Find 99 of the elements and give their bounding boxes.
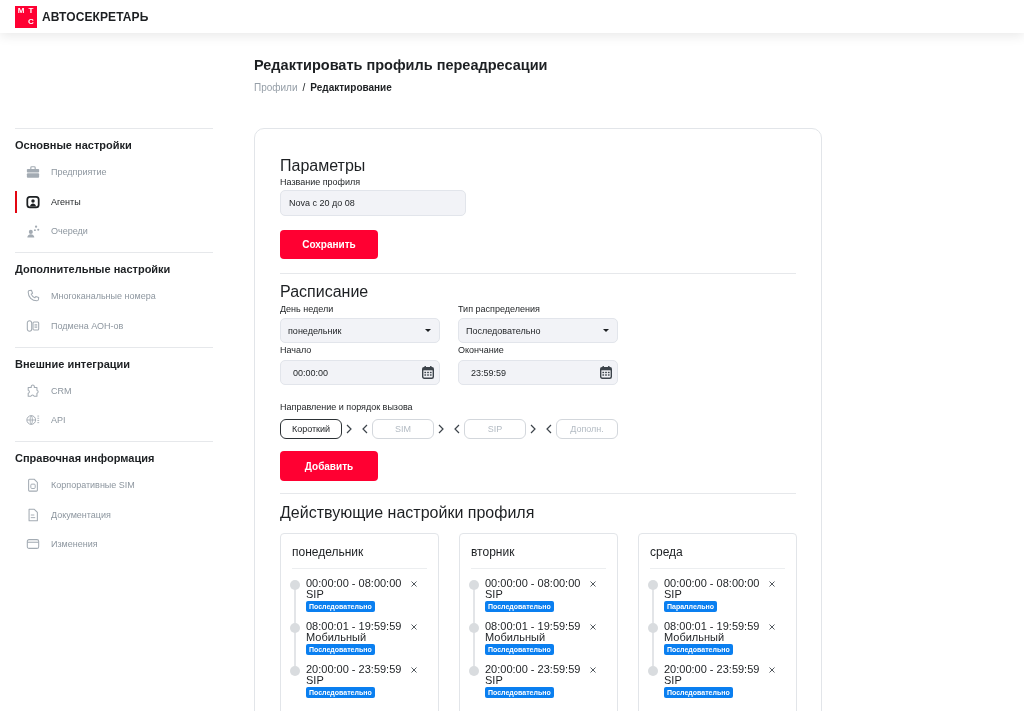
sidebar-section-title: Дополнительные настройки [15, 262, 172, 276]
card-icon [26, 537, 40, 551]
timeline-dot-icon [290, 580, 300, 590]
direction-label: Мобильный [306, 632, 367, 643]
close-icon[interactable] [769, 581, 775, 587]
save-button[interactable]: Сохранить [280, 230, 378, 259]
sidebar-item[interactable]: Корпоративные SIM [15, 474, 213, 496]
sidebar-item[interactable]: Многоканальные номера [15, 285, 213, 307]
field-label: Окончание [458, 344, 505, 356]
time-range: 00:00:00 - 08:00:00 [485, 578, 581, 589]
direction-label: SIP [485, 589, 503, 600]
calendar-icon[interactable] [600, 366, 612, 379]
briefcase-icon [26, 165, 40, 179]
direction-label: SIP [306, 589, 324, 600]
direction-label: SIP [664, 589, 682, 600]
caret-icon [603, 329, 609, 332]
sidebar-item[interactable]: API [15, 409, 213, 431]
route-field[interactable]: SIM [372, 419, 434, 439]
globe-icon [26, 413, 40, 427]
sim-card-icon [26, 478, 40, 492]
close-icon[interactable] [769, 667, 775, 673]
day-title: вторник [471, 544, 516, 560]
close-icon[interactable] [411, 667, 417, 673]
calendar-icon[interactable] [422, 366, 434, 379]
sidebar-item[interactable]: Предприятие [15, 161, 213, 183]
field-label: Начало [280, 344, 313, 356]
close-icon[interactable] [590, 667, 596, 673]
device-icon [26, 318, 40, 333]
page-title: Редактировать профиль переадресации [254, 56, 549, 75]
close-icon[interactable] [769, 624, 775, 630]
time-range: 20:00:00 - 23:59:59 [485, 664, 581, 675]
chevron-left-icon[interactable] [546, 424, 552, 434]
timeline-dot-icon [469, 666, 479, 676]
time-range: 00:00:00 - 08:00:00 [306, 578, 402, 589]
chevron-left-icon[interactable] [454, 424, 460, 434]
direction-label: Мобильный [485, 632, 546, 643]
field-label: Тип распределения [458, 303, 541, 315]
puzzle-icon [26, 383, 40, 398]
chevron-right-icon[interactable] [438, 424, 444, 434]
sidebar-item[interactable]: Очереди [15, 220, 213, 242]
route-field[interactable]: Короткий [280, 419, 342, 439]
section-title: Параметры [280, 156, 367, 176]
product-name: АВТОСЕКРЕТАРЬ [42, 9, 149, 24]
time-range: 08:00:01 - 19:59:59 [664, 621, 760, 632]
sidebar-item[interactable]: Агенты [15, 190, 213, 213]
time-range: 20:00:00 - 23:59:59 [664, 664, 760, 675]
time-range: 00:00:00 - 08:00:00 [664, 578, 760, 589]
breadcrumb-link[interactable]: Профили [254, 81, 298, 95]
chevron-left-icon[interactable] [362, 424, 368, 434]
timeline-dot-icon [648, 580, 658, 590]
breadcrumb-separator: / [302, 81, 306, 95]
timeline-dot-icon [648, 666, 658, 676]
timeline-dot-icon [648, 623, 658, 633]
time-field[interactable]: 00:00:00 [280, 360, 440, 385]
select-field[interactable]: Последовательно [458, 318, 618, 343]
people-icon [26, 224, 40, 238]
route-field[interactable]: SIP [464, 419, 526, 439]
time-field[interactable]: 23:59:59 [458, 360, 618, 385]
timeline-dot-icon [290, 666, 300, 676]
close-icon[interactable] [411, 624, 417, 630]
close-icon[interactable] [590, 581, 596, 587]
time-range: 08:00:01 - 19:59:59 [306, 621, 402, 632]
close-icon[interactable] [411, 581, 417, 587]
sidebar-item[interactable]: CRM [15, 379, 213, 402]
direction-label: SIP [485, 675, 503, 686]
sidebar-section-title: Справочная информация [15, 451, 156, 465]
sidebar-section-title: Внешние интеграции [15, 356, 132, 371]
current-page-title: Редактирование [310, 81, 392, 95]
logo[interactable]: М Т С [15, 5, 37, 28]
profile-name-input[interactable]: Nova с 20 до 08 [280, 190, 466, 216]
day-title: понедельник [292, 544, 365, 560]
select-field[interactable]: понедельник [280, 318, 440, 343]
direction-label: SIP [306, 675, 324, 686]
chevron-right-icon[interactable] [530, 424, 536, 434]
field-label: День недели [280, 303, 335, 315]
section-title: Действующие настройки профиля [280, 503, 536, 523]
time-range: 08:00:01 - 19:59:59 [485, 621, 581, 632]
sidebar-item[interactable]: Изменения [15, 533, 213, 555]
document-icon [26, 507, 40, 522]
person-card-icon [26, 194, 40, 209]
sidebar-item[interactable]: Подмена АОН-ов [15, 314, 213, 337]
phone-icon [26, 289, 40, 303]
timeline-dot-icon [290, 623, 300, 633]
sidebar-item[interactable]: Документация [15, 503, 213, 526]
sidebar-section-title: Основные настройки [15, 138, 133, 152]
chevron-right-icon[interactable] [346, 424, 352, 434]
field-label: Направление и порядок вызова [280, 401, 414, 413]
add-button[interactable]: Добавить [280, 451, 378, 481]
day-title: среда [650, 544, 684, 560]
timeline-dot-icon [469, 580, 479, 590]
close-icon[interactable] [590, 624, 596, 630]
section-title: Расписание [280, 282, 370, 302]
field-label: Название профиля [280, 176, 362, 188]
route-field[interactable]: Дополн. [556, 419, 618, 439]
direction-label: SIP [664, 675, 682, 686]
timeline-dot-icon [469, 623, 479, 633]
direction-label: Мобильный [664, 632, 725, 643]
caret-icon [425, 329, 431, 332]
time-range: 20:00:00 - 23:59:59 [306, 664, 402, 675]
